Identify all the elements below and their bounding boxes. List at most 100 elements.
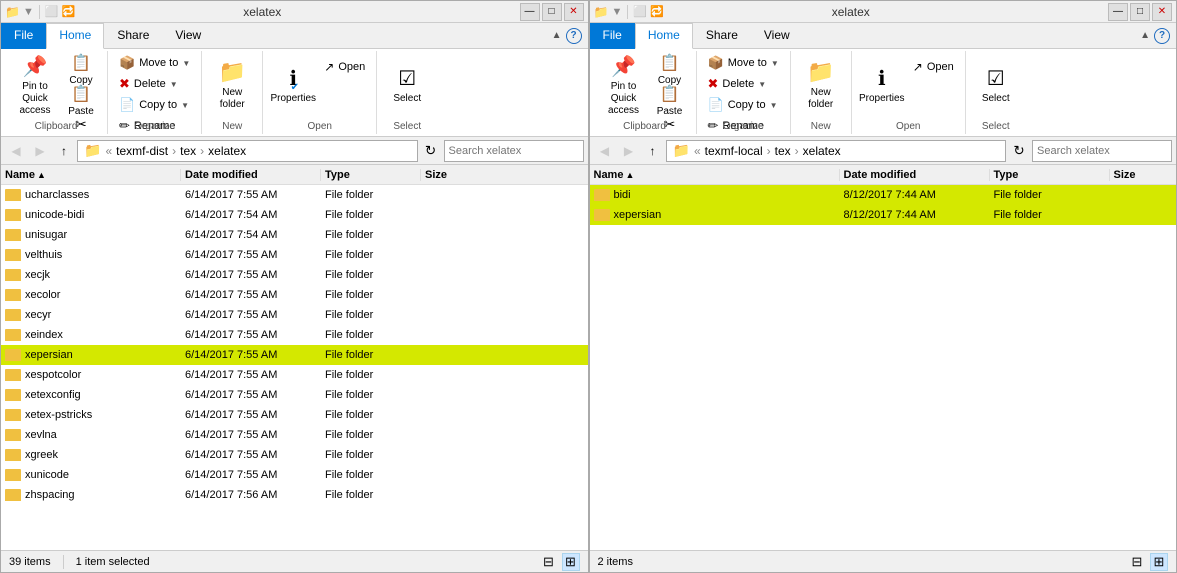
list-item[interactable]: unisugar 6/14/2017 7:54 AM File folder	[1, 225, 588, 245]
right-file-list: bidi 8/12/2017 7:44 AM File folder xeper…	[590, 185, 1177, 550]
col-header-type-right[interactable]: Type	[990, 169, 1110, 181]
list-item[interactable]: xecyr 6/14/2017 7:55 AM File folder	[1, 305, 588, 325]
tab-share-left[interactable]: Share	[104, 23, 162, 49]
moveto-button-left[interactable]: 📦 Move to ▼	[114, 53, 195, 73]
list-item[interactable]: xeindex 6/14/2017 7:55 AM File folder	[1, 325, 588, 345]
right-ribbon-content: 📌 Pin to Quickaccess 📋 Copy 📋 Paste ✂	[590, 49, 1177, 137]
clipboard-label-left: Clipboard	[5, 121, 107, 132]
search-input-left[interactable]	[449, 145, 591, 157]
list-item[interactable]: zhspacing 6/14/2017 7:56 AM File folder	[1, 485, 588, 505]
open-button-right[interactable]: ↗ Open	[908, 57, 959, 77]
col-header-type-left[interactable]: Type	[321, 169, 421, 181]
maximize-button[interactable]: □	[542, 3, 562, 21]
left-title-bar: 📁 ▼ ⬜ 🔁 xelatex — □ ✕	[1, 1, 588, 23]
open-label-left: Open	[263, 121, 376, 132]
properties-button-right[interactable]: ℹ Properties	[858, 53, 906, 115]
copy-button-right[interactable]: 📋 Copy	[650, 53, 690, 83]
close-button[interactable]: ✕	[564, 3, 584, 21]
col-header-name-left[interactable]: Name ▲	[1, 169, 181, 181]
refresh-button-left[interactable]: ↻	[420, 140, 442, 162]
select-button-right[interactable]: ☑ Select	[972, 53, 1020, 115]
col-header-size-left[interactable]: Size	[421, 169, 588, 181]
close-button-right[interactable]: ✕	[1152, 3, 1172, 21]
pin-quick-access-button[interactable]: 📌 Pin to Quickaccess	[11, 53, 59, 115]
tab-view-right[interactable]: View	[751, 23, 803, 49]
folder-icon	[5, 209, 21, 221]
copyto-button-left[interactable]: 📄 Copy to ▼	[114, 95, 195, 115]
right-open-group: ℹ Properties ↗ Open Open	[852, 51, 966, 134]
moveto-button-right[interactable]: 📦 Move to ▼	[703, 53, 784, 73]
search-box-right[interactable]: 🔍	[1032, 140, 1172, 162]
newfolder-button-left[interactable]: 📁 Newfolder	[208, 53, 256, 115]
file-name: xunicode	[1, 469, 181, 481]
col-header-size-right[interactable]: Size	[1110, 169, 1177, 181]
tab-file-right[interactable]: File	[590, 23, 635, 49]
delete-button-right[interactable]: ✖ Delete ▼	[703, 74, 784, 94]
list-item[interactable]: xgreek 6/14/2017 7:55 AM File folder	[1, 445, 588, 465]
copyto-icon-right: 📄	[708, 97, 724, 113]
list-item[interactable]: unicode-bidi 6/14/2017 7:54 AM File fold…	[1, 205, 588, 225]
ribbon-collapse-left[interactable]: ▲	[552, 30, 562, 41]
search-input-right[interactable]	[1037, 145, 1177, 157]
file-type: File folder	[321, 469, 421, 481]
list-item[interactable]: velthuis 6/14/2017 7:55 AM File folder	[1, 245, 588, 265]
paste-button-left[interactable]: 📋 Paste	[61, 84, 101, 114]
list-item[interactable]: xecolor 6/14/2017 7:55 AM File folder	[1, 285, 588, 305]
tab-home-right[interactable]: Home	[635, 23, 693, 49]
open-label-right: Open	[927, 61, 954, 73]
tab-view-left[interactable]: View	[162, 23, 214, 49]
view-details-right[interactable]: ⊟	[1128, 553, 1146, 571]
view-list-right[interactable]: ⊞	[1150, 553, 1168, 571]
delete-arrow-right: ▼	[758, 80, 766, 89]
path-part-3-right: xelatex	[803, 144, 841, 158]
paste-button-right[interactable]: 📋 Paste	[650, 84, 690, 114]
col-header-date-left[interactable]: Date modified	[181, 169, 321, 181]
list-item[interactable]: xespotcolor 6/14/2017 7:55 AM File folde…	[1, 365, 588, 385]
newfolder-button-right[interactable]: 📁 Newfolder	[797, 53, 845, 115]
refresh-button-right[interactable]: ↻	[1008, 140, 1030, 162]
new-label-right: New	[791, 121, 851, 132]
pin-quick-access-button-right[interactable]: 📌 Pin to Quickaccess	[600, 53, 648, 115]
copyto-button-right[interactable]: 📄 Copy to ▼	[703, 95, 784, 115]
file-date: 6/14/2017 7:55 AM	[181, 329, 321, 341]
help-icon-left[interactable]: ?	[566, 28, 582, 44]
list-item[interactable]: xetex-pstricks 6/14/2017 7:55 AM File fo…	[1, 405, 588, 425]
maximize-button-right[interactable]: □	[1130, 3, 1150, 21]
tab-file-left[interactable]: File	[1, 23, 46, 49]
help-icon-right[interactable]: ?	[1154, 28, 1170, 44]
folder-icon	[5, 409, 21, 421]
tab-home-left[interactable]: Home	[46, 23, 104, 49]
file-name: xetex-pstricks	[1, 409, 181, 421]
list-item[interactable]: bidi 8/12/2017 7:44 AM File folder	[590, 185, 1177, 205]
minimize-button[interactable]: —	[520, 3, 540, 21]
list-item[interactable]: xevlna 6/14/2017 7:55 AM File folder	[1, 425, 588, 445]
minimize-button-right[interactable]: —	[1108, 3, 1128, 21]
search-box-left[interactable]: 🔍	[444, 140, 584, 162]
newfolder-icon: 📁	[219, 59, 246, 85]
open-button-left[interactable]: ↗ Open	[319, 57, 370, 77]
col-header-name-right[interactable]: Name ▲	[590, 169, 840, 181]
tab-share-right[interactable]: Share	[693, 23, 751, 49]
view-list-left[interactable]: ⊞	[562, 553, 580, 571]
list-item[interactable]: xepersian 6/14/2017 7:55 AM File folder	[1, 345, 588, 365]
properties-label: Properties	[270, 93, 316, 104]
file-name: xeindex	[1, 329, 181, 341]
copy-button-left[interactable]: 📋 Copy	[61, 53, 101, 83]
select-label-right: Select	[982, 93, 1010, 104]
list-item[interactable]: ucharclasses 6/14/2017 7:55 AM File fold…	[1, 185, 588, 205]
properties-button-left[interactable]: ℹ ✔ Properties	[269, 53, 317, 115]
folder-icon	[5, 269, 21, 281]
select-button-left[interactable]: ☑ Select	[383, 53, 431, 115]
ribbon-collapse-right[interactable]: ▲	[1140, 30, 1150, 41]
list-item[interactable]: xunicode 6/14/2017 7:55 AM File folder	[1, 465, 588, 485]
list-item[interactable]: xepersian 8/12/2017 7:44 AM File folder	[590, 205, 1177, 225]
col-header-date-right[interactable]: Date modified	[840, 169, 990, 181]
view-details-left[interactable]: ⊟	[540, 553, 558, 571]
list-item[interactable]: xetexconfig 6/14/2017 7:55 AM File folde…	[1, 385, 588, 405]
list-item[interactable]: xecjk 6/14/2017 7:55 AM File folder	[1, 265, 588, 285]
properties-label-right: Properties	[859, 93, 905, 104]
file-name: xepersian	[1, 349, 181, 361]
delete-button-left[interactable]: ✖ Delete ▼	[114, 74, 195, 94]
folder-icon	[5, 469, 21, 481]
file-date: 6/14/2017 7:55 AM	[181, 269, 321, 281]
